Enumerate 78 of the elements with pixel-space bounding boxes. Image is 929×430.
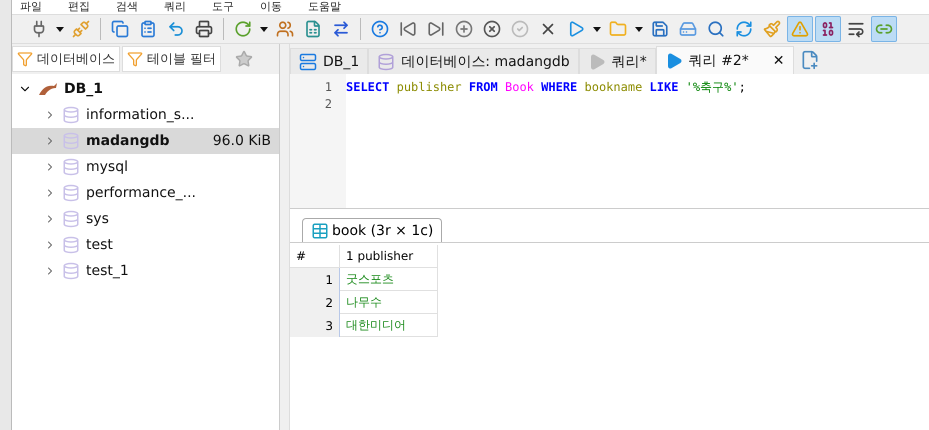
undo-icon <box>167 20 185 38</box>
refresh-icon <box>234 20 252 38</box>
tree-item[interactable]: information_s... <box>12 102 279 128</box>
database-icon <box>62 106 80 124</box>
tree-item[interactable]: sys <box>12 206 279 232</box>
editor-tab[interactable]: DB_1 <box>290 48 368 74</box>
dolphin-icon <box>38 82 58 96</box>
tree-item[interactable]: madangdb 96.0 KiB <box>12 128 279 154</box>
database-icon <box>62 236 80 254</box>
tree-item[interactable]: DB_1 <box>12 76 279 102</box>
toolbar-button[interactable] <box>815 16 841 42</box>
line-number: 1 <box>324 79 332 96</box>
skip-back-icon <box>399 20 417 38</box>
row-number: 3 <box>290 314 340 337</box>
close-tab-button[interactable]: ✕ <box>772 52 785 68</box>
menu-item[interactable]: 도움말 <box>308 0 341 14</box>
csv-file-icon <box>304 20 322 38</box>
check-circle-icon <box>511 20 529 38</box>
menu-item[interactable]: 파일 <box>20 0 42 14</box>
database-icon <box>62 262 80 280</box>
editor-tab[interactable]: 쿼리* <box>578 48 656 74</box>
table-icon <box>311 222 329 240</box>
editor-tab[interactable]: 쿼리 #2* ✕ <box>656 46 794 74</box>
copy-icon <box>111 20 129 38</box>
row-number: 1 <box>290 268 340 291</box>
wrap-text-icon <box>847 20 865 38</box>
database-icon <box>62 158 80 176</box>
line-number: 2 <box>324 96 332 113</box>
brush-icon <box>763 20 781 38</box>
drive-icon <box>679 20 697 38</box>
help-icon <box>371 20 389 38</box>
column-header[interactable]: 1 publisher <box>340 245 438 268</box>
caret-icon <box>635 26 643 32</box>
caret-icon <box>593 26 601 32</box>
database-icon <box>62 184 80 202</box>
search-icon <box>707 20 725 38</box>
sql-code-line: SELECT publisher FROM Book WHERE bookname LIKE '%축구%'; <box>346 79 746 96</box>
filter-icon <box>17 51 33 67</box>
table-cell: 대한미디어 <box>340 314 438 337</box>
menu-item[interactable]: 이동 <box>260 0 282 14</box>
clipboard-icon <box>139 20 157 38</box>
result-tab[interactable]: book (3r × 1c) <box>302 218 442 242</box>
filter-icon <box>127 51 143 67</box>
caret-icon <box>56 26 64 32</box>
warning-icon <box>791 20 809 38</box>
menu-item[interactable]: 검색 <box>116 0 138 14</box>
users-icon <box>276 20 294 38</box>
printer-icon <box>195 20 213 38</box>
row-number: 2 <box>290 291 340 314</box>
save-icon <box>651 20 669 38</box>
folder-icon <box>609 20 627 38</box>
caret-icon <box>260 26 268 32</box>
star-icon[interactable] <box>235 50 254 68</box>
table-cell: 나무수 <box>340 291 438 314</box>
plug-icon <box>72 20 90 38</box>
tree-item[interactable]: performance_... <box>12 180 279 206</box>
play-icon <box>567 20 585 38</box>
table-cell: 굿스포츠 <box>340 268 438 291</box>
menu-item[interactable]: 편집 <box>68 0 90 14</box>
new-tab-icon[interactable] <box>800 50 820 70</box>
skip-forward-icon <box>427 20 445 38</box>
tree-item[interactable]: mysql <box>12 154 279 180</box>
editor-tab[interactable]: 데이터베이스: madangdb <box>368 48 579 74</box>
menu-item[interactable]: 도구 <box>212 0 234 14</box>
database-icon <box>62 132 80 150</box>
plus-circle-icon <box>455 20 473 38</box>
database-icon <box>62 210 80 228</box>
tree-item[interactable]: test <box>12 232 279 258</box>
filter-tab[interactable]: 테이블 필터 <box>122 46 222 72</box>
server-icon <box>299 52 317 70</box>
refresh-icon <box>735 20 753 38</box>
x-circle-icon <box>483 20 501 38</box>
database-icon <box>377 52 396 70</box>
menu-item[interactable]: 쿼리 <box>164 0 186 14</box>
tree-item[interactable]: test_1 <box>12 258 279 284</box>
arrows-icon <box>332 20 350 38</box>
size-label: 96.0 KiB <box>212 133 271 149</box>
filter-tab[interactable]: 데이터베이스 <box>12 46 120 72</box>
